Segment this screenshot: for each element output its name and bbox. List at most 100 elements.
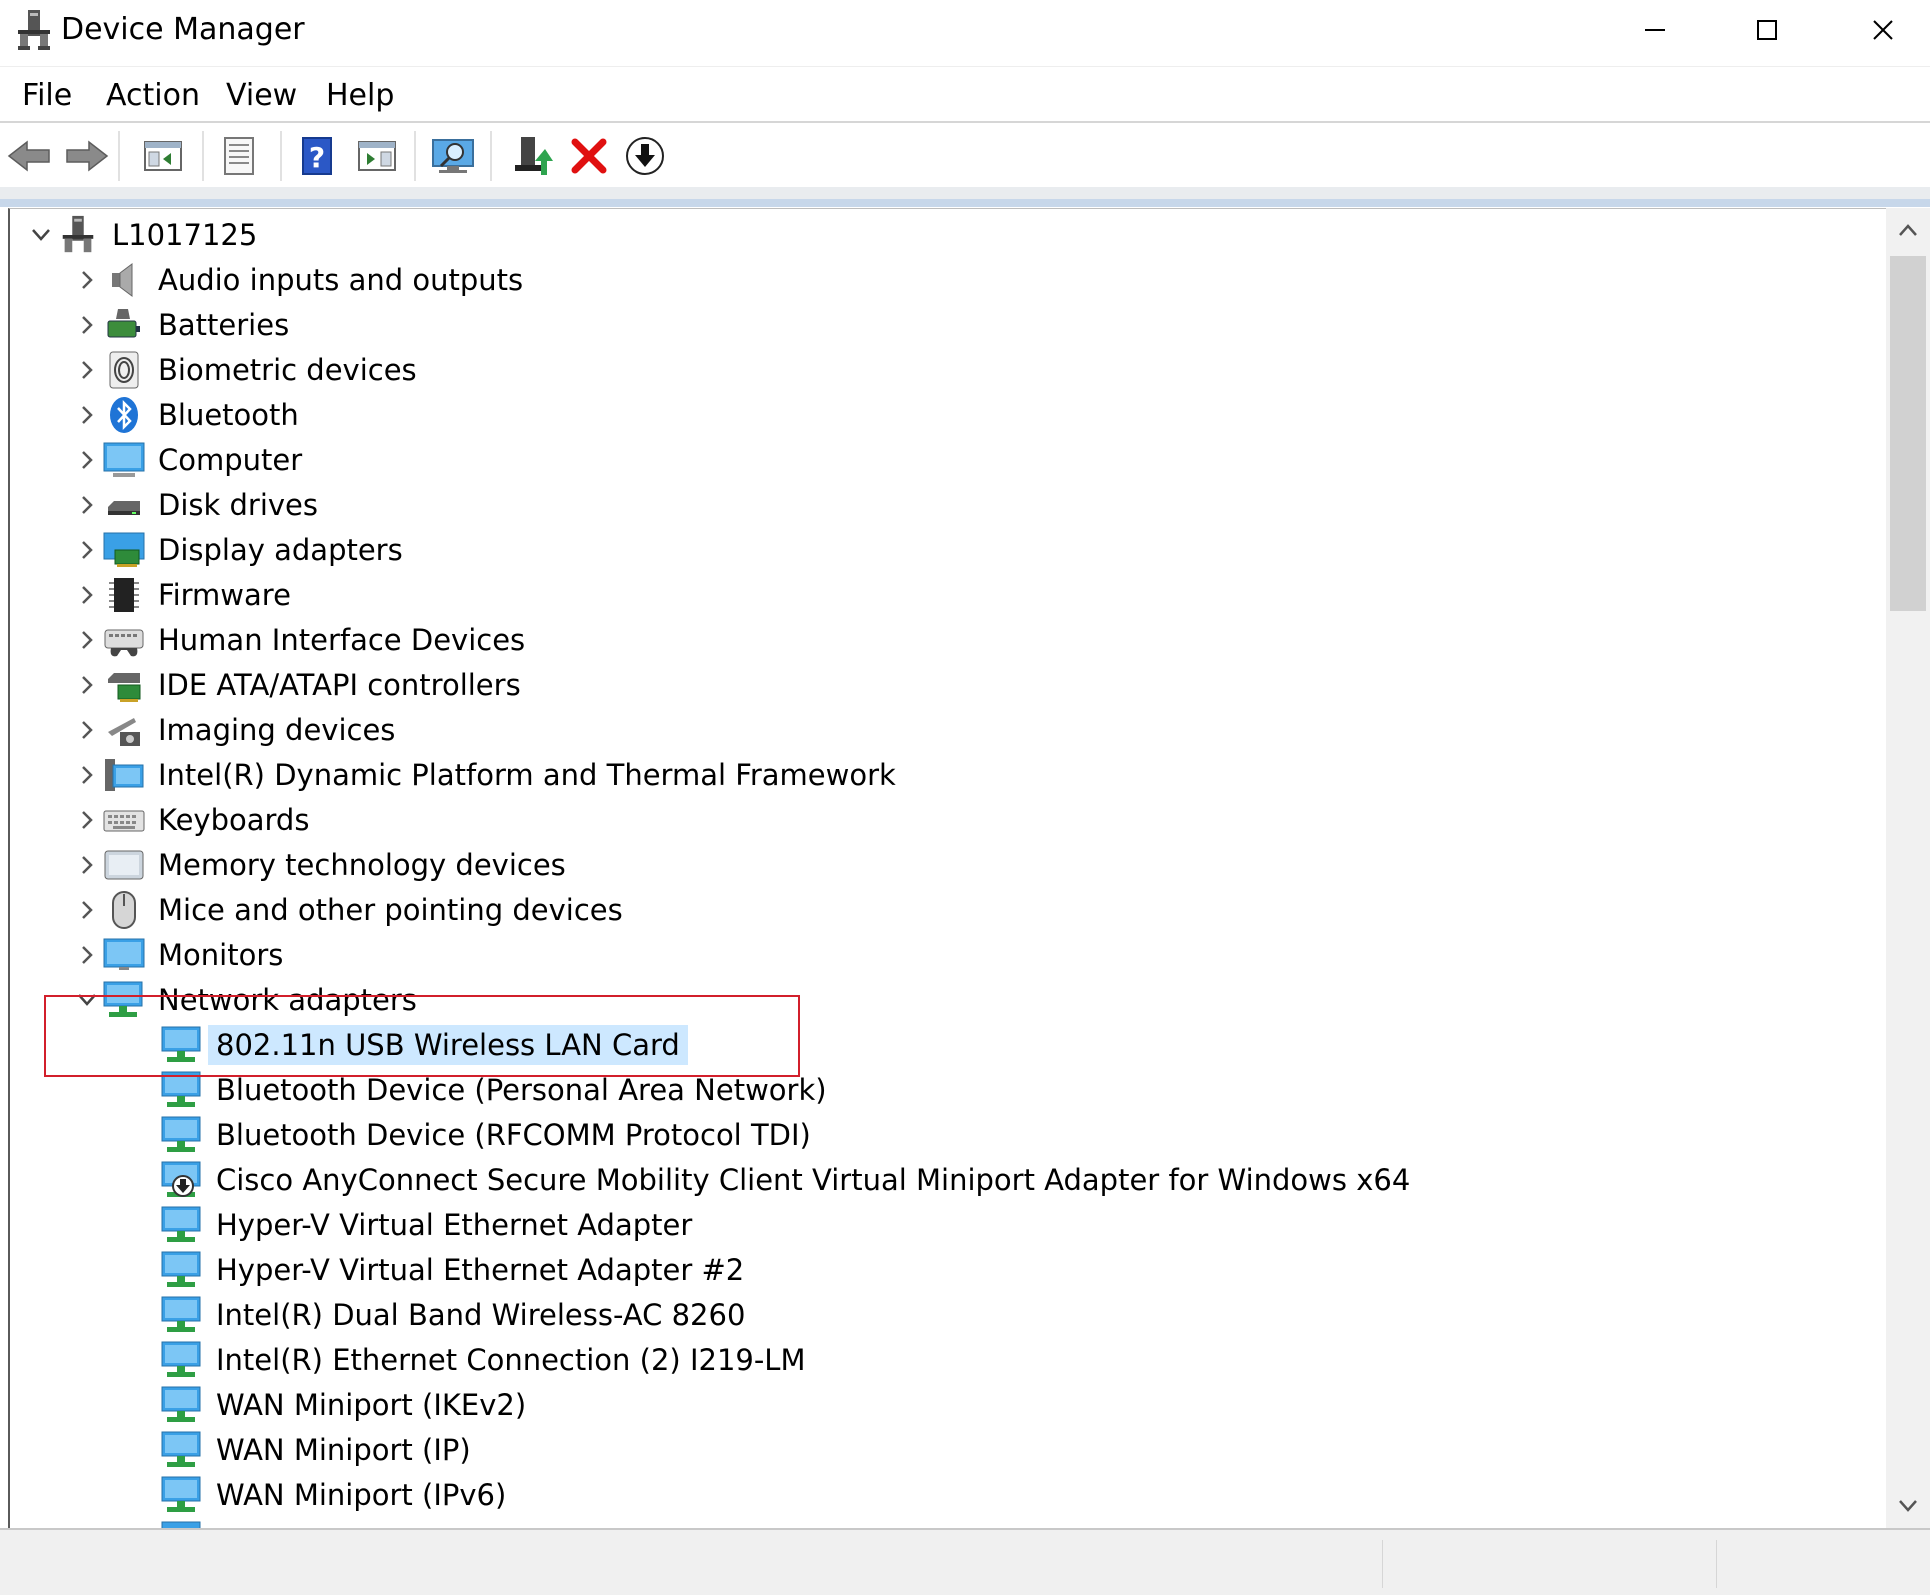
- category-label: Audio inputs and outputs: [158, 263, 524, 297]
- category-intel-dynamic-platform-and-thermal-framework[interactable]: Intel(R) Dynamic Platform and Thermal Fr…: [72, 753, 904, 797]
- category-label: Intel(R) Dynamic Platform and Thermal Fr…: [158, 758, 896, 792]
- back-button[interactable]: [4, 132, 54, 180]
- help-button[interactable]: ?: [292, 132, 342, 180]
- network-adapter-item[interactable]: Bluetooth Device (Personal Area Network): [160, 1068, 835, 1112]
- scan-hardware-changes-button[interactable]: [428, 132, 478, 180]
- properties-icon: [224, 137, 254, 175]
- network-adapter-label: WAN Miniport (IKEv2): [216, 1388, 527, 1422]
- network-adapter-icon: [160, 1338, 204, 1382]
- chevron-right-icon[interactable]: [72, 573, 102, 617]
- category-human-interface-devices[interactable]: Human Interface Devices: [72, 618, 533, 662]
- category-keyboards[interactable]: Keyboards: [72, 798, 317, 842]
- minimize-icon: [1645, 29, 1665, 31]
- network-adapter-item[interactable]: Intel(R) Ethernet Connection (2) I219-LM: [160, 1338, 814, 1382]
- network-adapter-item[interactable]: Bluetooth Device (RFCOMM Protocol TDI): [160, 1113, 819, 1157]
- chevron-right-icon[interactable]: [72, 753, 102, 797]
- chevron-right-icon[interactable]: [72, 528, 102, 572]
- category-label: Display adapters: [158, 533, 403, 567]
- chevron-down-icon[interactable]: [72, 978, 102, 1022]
- display-adapter-icon: [102, 528, 146, 572]
- chevron-right-icon[interactable]: [72, 483, 102, 527]
- chevron-right-icon[interactable]: [72, 888, 102, 932]
- category-biometric-devices[interactable]: Biometric devices: [72, 348, 425, 392]
- network-adapter-item[interactable]: WAN Miniport (IPv6): [160, 1473, 514, 1517]
- disable-device-button[interactable]: [620, 132, 670, 180]
- properties-button[interactable]: [214, 132, 264, 180]
- category-memory-technology-devices[interactable]: Memory technology devices: [72, 843, 574, 887]
- chevron-down-icon[interactable]: [26, 213, 56, 257]
- network-adapter-label: Hyper-V Virtual Ethernet Adapter: [216, 1208, 693, 1242]
- chevron-right-icon[interactable]: [72, 348, 102, 392]
- chevron-right-icon[interactable]: [72, 663, 102, 707]
- network-adapter-label: Intel(R) Dual Band Wireless-AC 8260: [216, 1298, 746, 1332]
- category-label: Mice and other pointing devices: [158, 893, 623, 927]
- chevron-right-icon[interactable]: [72, 708, 102, 752]
- status-bar: [0, 1528, 1930, 1595]
- uninstall-device-button[interactable]: [564, 132, 614, 180]
- network-adapter-item-partial[interactable]: [160, 1518, 208, 1528]
- chevron-right-icon[interactable]: [72, 303, 102, 347]
- menu-bar: File Action View Help: [0, 66, 1930, 123]
- network-adapter-icon: [160, 1113, 204, 1157]
- menu-view[interactable]: View: [226, 77, 297, 115]
- minimize-button[interactable]: [1600, 0, 1710, 60]
- update-driver-button[interactable]: [508, 132, 558, 180]
- category-ide-ata-atapi-controllers[interactable]: IDE ATA/ATAPI controllers: [72, 663, 529, 707]
- forward-arrow-icon: [66, 140, 109, 172]
- category-display-adapters[interactable]: Display adapters: [72, 528, 411, 572]
- category-batteries[interactable]: Batteries: [72, 303, 297, 347]
- chevron-right-icon[interactable]: [72, 258, 102, 302]
- svg-text:?: ?: [309, 141, 325, 174]
- vertical-scrollbar[interactable]: [1886, 208, 1930, 1528]
- menu-action[interactable]: Action: [106, 77, 200, 115]
- category-disk-drives[interactable]: Disk drives: [72, 483, 326, 527]
- scroll-down-button[interactable]: [1886, 1484, 1930, 1528]
- category-firmware[interactable]: Firmware: [72, 573, 299, 617]
- scroll-up-button[interactable]: [1886, 208, 1930, 252]
- network-adapter-icon: [160, 1248, 204, 1292]
- category-mice-and-other-pointing-devices[interactable]: Mice and other pointing devices: [72, 888, 631, 932]
- chevron-right-icon[interactable]: [72, 798, 102, 842]
- category-imaging-devices[interactable]: Imaging devices: [72, 708, 403, 752]
- category-monitors[interactable]: Monitors: [72, 933, 291, 977]
- network-adapter-item[interactable]: Hyper-V Virtual Ethernet Adapter: [160, 1203, 700, 1247]
- network-adapter-label: Cisco AnyConnect Secure Mobility Client …: [216, 1163, 1411, 1197]
- network-adapter-icon: [160, 1383, 204, 1427]
- tree-root[interactable]: L1017125: [26, 213, 265, 257]
- network-adapter-item[interactable]: WAN Miniport (IP): [160, 1428, 479, 1472]
- network-adapter-item[interactable]: Hyper-V Virtual Ethernet Adapter #2: [160, 1248, 752, 1292]
- title-bar: Device Manager: [0, 0, 1930, 66]
- disk-drive-icon: [102, 483, 146, 527]
- chevron-right-icon[interactable]: [72, 843, 102, 887]
- download-circle-icon: [626, 137, 664, 175]
- category-computer[interactable]: Computer: [72, 438, 310, 482]
- scrollbar-thumb[interactable]: [1890, 256, 1926, 611]
- system-device-icon: [102, 753, 146, 797]
- chevron-right-icon[interactable]: [72, 933, 102, 977]
- chevron-right-icon[interactable]: [72, 393, 102, 437]
- category-bluetooth[interactable]: Bluetooth: [72, 393, 307, 437]
- action-pane-button[interactable]: [352, 132, 402, 180]
- maximize-button[interactable]: [1712, 0, 1822, 60]
- category-label: Keyboards: [158, 803, 310, 837]
- gamepad-keyboard-icon: [102, 618, 146, 662]
- window-title: Device Manager: [61, 12, 305, 47]
- chevron-right-icon[interactable]: [72, 618, 102, 662]
- forward-button[interactable]: [62, 132, 112, 180]
- keyboard-icon: [102, 798, 146, 842]
- network-adapter-item[interactable]: Cisco AnyConnect Secure Mobility Client …: [160, 1158, 1418, 1202]
- device-tree: L1017125 Audio inputs and outputs Batter…: [8, 208, 1888, 1528]
- network-adapter-item[interactable]: WAN Miniport (IKEv2): [160, 1383, 534, 1427]
- network-adapter-item[interactable]: 802.11n USB Wireless LAN Card: [160, 1023, 688, 1067]
- network-adapter-label: Bluetooth Device (Personal Area Network): [216, 1073, 827, 1107]
- menu-file[interactable]: File: [22, 77, 72, 115]
- close-button[interactable]: [1828, 0, 1930, 60]
- chevron-right-icon[interactable]: [72, 438, 102, 482]
- category-audio-inputs-and-outputs[interactable]: Audio inputs and outputs: [72, 258, 531, 302]
- show-hide-console-tree-button[interactable]: [138, 132, 188, 180]
- menu-help[interactable]: Help: [326, 77, 394, 115]
- category-network-adapters[interactable]: Network adapters: [72, 978, 425, 1022]
- network-adapter-item[interactable]: Intel(R) Dual Band Wireless-AC 8260: [160, 1293, 753, 1337]
- speaker-icon: [102, 258, 146, 302]
- category-label: Human Interface Devices: [158, 623, 526, 657]
